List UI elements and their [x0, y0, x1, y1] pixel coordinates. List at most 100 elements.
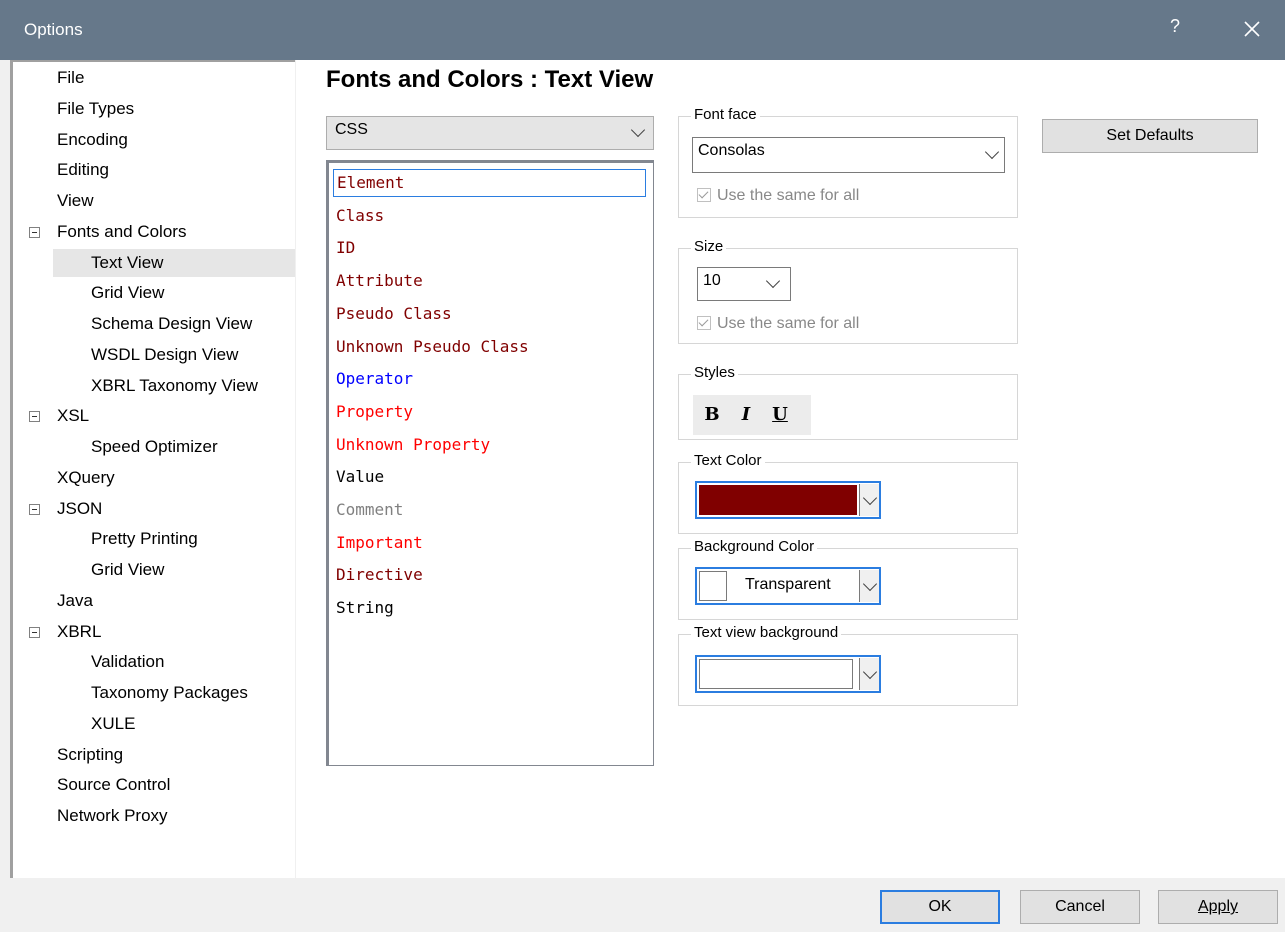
- checkbox-icon: [697, 316, 711, 330]
- syntax-element-item[interactable]: Unknown Pseudo Class: [333, 333, 529, 361]
- italic-button[interactable]: I: [733, 401, 759, 429]
- tree-item[interactable]: Grid View: [91, 556, 164, 584]
- background-color-dropdown[interactable]: [859, 570, 879, 602]
- tree-item[interactable]: Pretty Printing: [91, 525, 198, 553]
- background-color-value: Transparent: [745, 576, 831, 593]
- collapse-toggle-icon[interactable]: [29, 503, 40, 515]
- checkbox-icon: [697, 188, 711, 202]
- syntax-element-item[interactable]: Attribute: [333, 267, 423, 295]
- font-face-legend: Font face: [691, 106, 760, 123]
- background-color-picker[interactable]: Transparent: [695, 567, 881, 605]
- syntax-element-item[interactable]: Unknown Property: [333, 431, 490, 459]
- tree-item[interactable]: Text View: [53, 248, 295, 277]
- text-color-picker[interactable]: [695, 481, 881, 519]
- syntax-element-item[interactable]: Property: [333, 398, 413, 426]
- tree-item[interactable]: File Types: [57, 95, 134, 123]
- collapse-toggle-icon[interactable]: [29, 411, 40, 423]
- font-size-select[interactable]: 10: [697, 267, 791, 301]
- tree-item[interactable]: Validation: [91, 648, 164, 676]
- language-select[interactable]: CSS: [326, 116, 654, 150]
- syntax-element-item[interactable]: Important: [333, 529, 423, 557]
- tree-item[interactable]: Java: [57, 587, 93, 615]
- window-title: Options: [24, 20, 83, 39]
- tree-item[interactable]: XBRL: [57, 618, 101, 646]
- tree-item[interactable]: Grid View: [91, 279, 164, 307]
- background-color-group: Background Color Transparent: [678, 538, 1018, 620]
- language-select-value: CSS: [335, 121, 368, 138]
- tree-item[interactable]: File: [57, 64, 84, 92]
- tree-item[interactable]: Fonts and Colors: [57, 218, 186, 246]
- syntax-element-item[interactable]: String: [333, 594, 394, 622]
- chevron-down-icon: [984, 144, 1000, 160]
- options-tree[interactable]: File File Types Encoding Editing View Fonts a…: [10, 60, 295, 878]
- syntax-element-item[interactable]: Value: [333, 463, 384, 491]
- syntax-element-item[interactable]: ID: [333, 234, 355, 262]
- text-color-dropdown[interactable]: [859, 484, 879, 516]
- styles-group: Styles B I U: [678, 364, 1018, 440]
- text-view-background-group: Text view background: [678, 624, 1018, 706]
- syntax-element-item[interactable]: Comment: [333, 496, 403, 524]
- size-same-for-all-checkbox[interactable]: Use the same for all: [697, 315, 859, 333]
- background-color-legend: Background Color: [691, 538, 818, 555]
- tree-item[interactable]: Taxonomy Packages: [91, 679, 248, 707]
- chevron-down-icon: [862, 576, 878, 592]
- style-toolbar: B I U: [693, 395, 811, 435]
- syntax-element-item[interactable]: Pseudo Class: [333, 300, 452, 328]
- text-color-legend: Text Color: [691, 452, 765, 469]
- syntax-element-item[interactable]: Directive: [333, 561, 423, 589]
- syntax-element-item[interactable]: Class: [333, 202, 384, 230]
- ok-button[interactable]: OK: [880, 890, 1000, 924]
- tree-item[interactable]: Scripting: [57, 741, 123, 769]
- font-face-select[interactable]: Consolas: [692, 137, 1005, 173]
- title-bar: Options ?: [0, 0, 1285, 60]
- collapse-toggle-icon[interactable]: [29, 226, 40, 238]
- tree-item[interactable]: Source Control: [57, 771, 170, 799]
- page-title: Fonts and Colors : Text View: [326, 66, 654, 93]
- tree-item[interactable]: Network Proxy: [57, 802, 168, 830]
- font-face-group: Font face Consolas Use the same for all: [678, 106, 1018, 218]
- text-color-group: Text Color: [678, 452, 1018, 534]
- font-size-value: 10: [703, 272, 721, 289]
- size-legend: Size: [691, 238, 727, 255]
- collapse-toggle-icon[interactable]: [29, 626, 40, 638]
- tree-item[interactable]: Speed Optimizer: [91, 433, 218, 461]
- size-group: Size 10 Use the same for all: [678, 238, 1018, 344]
- help-button[interactable]: ?: [1170, 16, 1180, 37]
- tree-item[interactable]: JSON: [57, 495, 102, 523]
- font-same-for-all-label: Use the same for all: [717, 187, 860, 204]
- font-same-for-all-checkbox[interactable]: Use the same for all: [697, 187, 859, 205]
- tree-item[interactable]: WSDL Design View: [91, 341, 238, 369]
- apply-button[interactable]: Apply: [1158, 890, 1278, 924]
- text-view-background-legend: Text view background: [691, 624, 842, 641]
- size-same-for-all-label: Use the same for all: [717, 315, 860, 332]
- text-view-background-swatch: [699, 659, 853, 689]
- font-face-value: Consolas: [698, 142, 765, 159]
- settings-panel: Fonts and Colors : Text View CSS Element…: [296, 60, 1285, 878]
- syntax-element-item[interactable]: Element: [333, 169, 646, 197]
- tree-item[interactable]: Editing: [57, 156, 109, 184]
- syntax-element-list[interactable]: Element Class ID Attribute Pseudo Class Unkno…: [326, 160, 654, 766]
- tree-item[interactable]: XSL: [57, 402, 89, 430]
- underline-button[interactable]: U: [767, 401, 793, 429]
- chevron-down-icon: [630, 122, 646, 138]
- close-button[interactable]: [1238, 10, 1266, 48]
- styles-legend: Styles: [691, 364, 738, 381]
- background-color-swatch: [699, 571, 727, 601]
- bold-button[interactable]: B: [699, 401, 725, 429]
- cancel-button[interactable]: Cancel: [1020, 890, 1140, 924]
- text-view-background-picker[interactable]: [695, 655, 881, 693]
- dialog-footer: OK Cancel Apply: [0, 878, 1285, 932]
- chevron-down-icon: [765, 273, 781, 289]
- set-defaults-button[interactable]: Set Defaults: [1042, 119, 1258, 153]
- tree-item[interactable]: Schema Design View: [91, 310, 252, 338]
- tree-item[interactable]: View: [57, 187, 94, 215]
- syntax-element-item[interactable]: Operator: [333, 365, 413, 393]
- tree-item[interactable]: XQuery: [57, 464, 115, 492]
- chevron-down-icon: [862, 490, 878, 506]
- tree-item[interactable]: Encoding: [57, 126, 128, 154]
- tree-item[interactable]: XBRL Taxonomy View: [91, 372, 258, 400]
- text-color-swatch: [699, 485, 857, 515]
- tree-item[interactable]: XULE: [91, 710, 135, 738]
- text-view-background-dropdown[interactable]: [859, 658, 879, 690]
- close-icon: [1244, 21, 1260, 37]
